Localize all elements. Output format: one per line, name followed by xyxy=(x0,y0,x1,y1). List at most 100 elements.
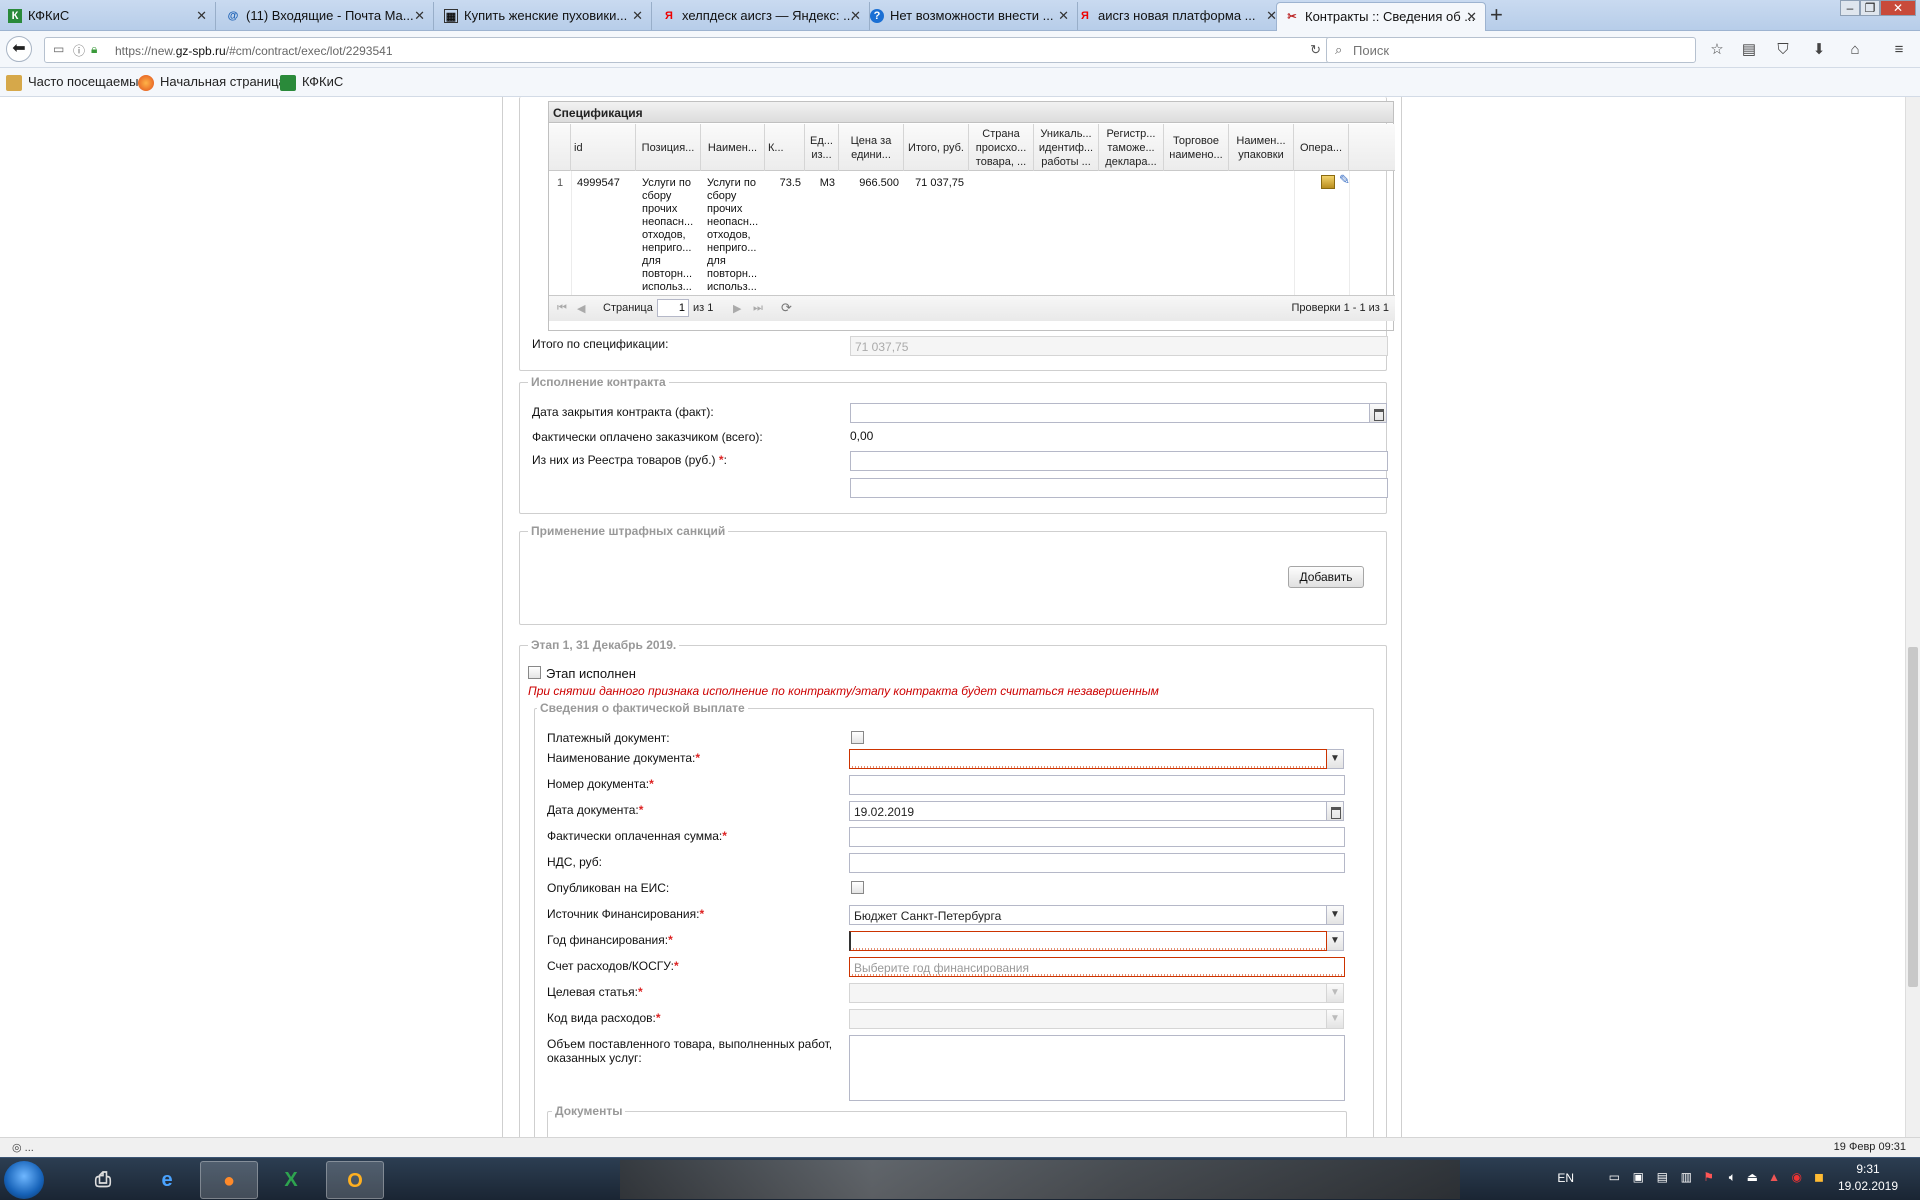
clock-date[interactable]: 19.02.2019 xyxy=(1828,1179,1908,1193)
network-icon[interactable]: ▭ xyxy=(1609,1170,1620,1184)
identity-icon[interactable]: ▭ xyxy=(53,42,64,56)
close-icon[interactable]: ✕ xyxy=(1466,3,1477,31)
doc-date-input[interactable]: 19.02.2019 xyxy=(849,801,1327,821)
new-tab-button[interactable]: + xyxy=(1490,2,1503,28)
doc-number-input[interactable] xyxy=(849,775,1345,795)
info-icon[interactable]: ⓘ xyxy=(73,42,85,59)
tab-shop[interactable]: ▦ Купить женские пуховики... ✕ xyxy=(436,2,652,30)
col-header[interactable]: Наимен... упаковки xyxy=(1229,124,1294,171)
close-icon[interactable]: ✕ xyxy=(1058,2,1069,30)
close-icon[interactable]: ✕ xyxy=(196,2,207,30)
tab-mail[interactable]: @ (11) Входящие - Почта Ma... ✕ xyxy=(218,2,434,30)
stage-done-checkbox[interactable] xyxy=(528,666,541,679)
col-header[interactable]: Опера... xyxy=(1294,124,1349,171)
registry-label: Из них из Реестра товаров (руб.) *: xyxy=(532,453,727,467)
url-text[interactable]: https://new.gz-spb.ru/#cm/contract/exec/… xyxy=(115,44,393,58)
usb-icon[interactable]: ⏏ xyxy=(1747,1170,1758,1184)
tray-app-icon[interactable]: ▤ xyxy=(1657,1170,1668,1184)
year-select[interactable] xyxy=(849,931,1327,951)
doc-name-select[interactable] xyxy=(849,749,1327,769)
display-icon[interactable]: ▣ xyxy=(1633,1170,1644,1184)
tab-help[interactable]: ? Нет возможности внести ... ✕ xyxy=(862,2,1078,30)
home-icon[interactable]: ⌂ xyxy=(1844,39,1866,61)
close-icon[interactable]: ✕ xyxy=(850,2,861,30)
chevron-down-icon[interactable]: ▼ xyxy=(1327,931,1344,951)
close-icon[interactable]: ✕ xyxy=(414,2,425,30)
antivirus-icon[interactable]: ▲ xyxy=(1768,1170,1780,1184)
col-header[interactable]: Регистр... таможе... деклара... xyxy=(1099,124,1164,171)
bookmark-kfkis[interactable]: КФКиС xyxy=(280,74,343,91)
lock-icon[interactable]: 🔒︎ xyxy=(91,42,97,57)
payment-doc-checkbox[interactable] xyxy=(851,731,864,744)
view-icon[interactable] xyxy=(1321,175,1335,189)
flag-icon[interactable]: ⚑ xyxy=(1703,1170,1714,1184)
prev-page-icon[interactable]: ◀ xyxy=(577,302,585,315)
col-header[interactable]: Ед... из... xyxy=(805,124,839,171)
tab-yandex-helpdesk[interactable]: Яхелпдеск аисгз — Яндекс: ... ✕ xyxy=(654,2,870,30)
scrollbar-thumb[interactable] xyxy=(1908,647,1918,987)
source-select[interactable]: Бюджет Санкт-Петербурга xyxy=(849,905,1327,925)
monitor-icon[interactable]: ▥ xyxy=(1681,1170,1692,1184)
vertical-scrollbar[interactable] xyxy=(1905,97,1920,1137)
minimize-icon[interactable]: – xyxy=(1840,0,1860,16)
registry-amount-input[interactable] xyxy=(850,451,1388,471)
account-select[interactable]: Выберите год финансирования xyxy=(849,957,1345,977)
first-page-icon[interactable]: ⏮ xyxy=(557,302,567,315)
col-header[interactable]: Торговое наимено... xyxy=(1164,124,1229,171)
vat-input[interactable] xyxy=(849,853,1345,873)
calendar-icon[interactable] xyxy=(1327,801,1344,821)
close-window-icon[interactable]: ✕ xyxy=(1880,0,1916,16)
bookmark-most-visited[interactable]: Часто посещаемые xyxy=(6,74,146,91)
col-header[interactable]: Наимен... xyxy=(701,124,765,171)
back-button[interactable]: ⬅ xyxy=(6,36,32,62)
address-bar[interactable]: ▭ ⓘ 🔒︎ https://new.gz-spb.ru/#cm/contrac… xyxy=(44,37,1330,63)
published-checkbox[interactable] xyxy=(851,881,864,894)
last-page-icon[interactable]: ⏭ xyxy=(753,302,763,315)
menu-icon[interactable]: ≡ xyxy=(1888,39,1910,61)
next-page-icon[interactable]: ▶ xyxy=(733,302,741,315)
close-icon[interactable]: ✕ xyxy=(632,2,643,30)
ie-app-icon[interactable]: e xyxy=(138,1161,196,1199)
clock-time[interactable]: 9:31 xyxy=(1828,1162,1908,1176)
search-input[interactable] xyxy=(1353,41,1683,59)
volume-icon[interactable]: 🔈︎ xyxy=(1729,1170,1736,1185)
record-icon[interactable]: ◉ xyxy=(1792,1170,1802,1184)
calendar-icon[interactable] xyxy=(1370,403,1387,423)
refresh-icon[interactable]: ⟳ xyxy=(781,300,792,316)
notification-icon[interactable]: ◼ xyxy=(1814,1170,1824,1184)
tab-contracts[interactable]: ✂ Контракты :: Сведения об ... ✕ xyxy=(1276,2,1486,32)
reading-list-icon[interactable]: ▤ xyxy=(1738,39,1760,61)
start-button[interactable] xyxy=(4,1161,44,1199)
col-header[interactable]: К... xyxy=(765,124,805,171)
bookmark-home-page[interactable]: Начальная страница xyxy=(138,74,286,91)
reload-icon[interactable]: ↻ xyxy=(1310,42,1321,58)
download-icon[interactable]: ⬇ xyxy=(1808,39,1830,61)
firefox-app-icon[interactable]: ● xyxy=(200,1161,258,1199)
chevron-down-icon[interactable]: ▼ xyxy=(1327,905,1344,925)
language-indicator[interactable]: EN xyxy=(1557,1171,1574,1185)
outlook-app-icon[interactable]: O xyxy=(326,1161,384,1199)
search-box[interactable]: ⌕ xyxy=(1326,37,1696,63)
excel-app-icon[interactable]: X xyxy=(262,1161,320,1199)
edit-pencil-icon[interactable]: ✎ xyxy=(1339,173,1350,186)
col-header[interactable] xyxy=(549,124,571,171)
pocket-icon[interactable]: ⛉ xyxy=(1772,39,1794,61)
tab-kfkis[interactable]: К КФКиС ✕ xyxy=(0,2,216,30)
printer-app-icon[interactable]: ⎙ xyxy=(74,1161,132,1199)
registry-extra-input[interactable] xyxy=(850,478,1388,498)
col-header[interactable]: Итого, руб. xyxy=(904,124,969,171)
close-date-input[interactable] xyxy=(850,403,1370,423)
add-penalty-button[interactable]: Добавить xyxy=(1288,566,1364,588)
col-header[interactable]: Уникаль... идентиф... работы ... xyxy=(1034,124,1099,171)
col-header[interactable]: Страна происхо... товара, ... xyxy=(969,124,1034,171)
tab-yandex-platform[interactable]: Яаисгз новая платформа ... ✕ xyxy=(1070,2,1286,30)
volume-textarea[interactable] xyxy=(849,1035,1345,1101)
bookmark-star-icon[interactable]: ☆ xyxy=(1706,39,1728,61)
col-header[interactable]: id xyxy=(571,124,636,171)
paid-sum-input[interactable] xyxy=(849,827,1345,847)
maximize-icon[interactable]: ❐ xyxy=(1860,0,1880,16)
page-number-input[interactable] xyxy=(657,299,689,317)
col-header[interactable]: Позиция... xyxy=(636,124,701,171)
chevron-down-icon[interactable]: ▼ xyxy=(1327,749,1344,769)
col-header[interactable]: Цена за едини... xyxy=(839,124,904,171)
